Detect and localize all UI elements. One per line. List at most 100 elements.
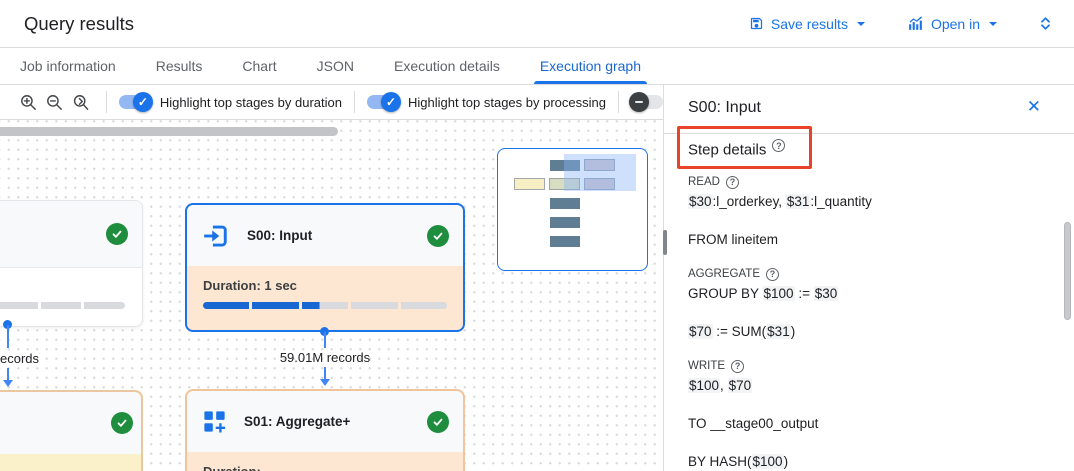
panel-divider xyxy=(664,133,1074,134)
toolbar-divider xyxy=(354,91,355,113)
tab-job-information[interactable]: Job information xyxy=(0,48,136,84)
highlight-duration-toggle[interactable]: ✓ xyxy=(119,95,151,109)
step-detail-line: GROUP BY $100 := $30 xyxy=(688,285,1040,302)
toggle-thumb: ✓ xyxy=(133,92,153,112)
stage-node-partial-bottom[interactable] xyxy=(0,390,143,471)
progress-segment xyxy=(41,302,82,309)
toggle-thumb: ✓ xyxy=(381,92,401,112)
header: Query results Save results Open in xyxy=(0,0,1074,48)
stage-duration-section: Duration: 1 sec xyxy=(187,266,463,309)
tab-label: Execution graph xyxy=(540,58,641,74)
stage-node-s00-input[interactable]: S00: Input Duration: 1 sec xyxy=(185,203,465,332)
collapse-results-button[interactable] xyxy=(1031,10,1060,37)
save-results-button[interactable]: Save results xyxy=(741,10,873,38)
toggle-thumb xyxy=(629,92,649,112)
stage-node-s01-aggregate[interactable]: S01: Aggregate+ Duration: xyxy=(185,389,465,471)
open-in-button[interactable]: Open in xyxy=(899,9,1005,38)
execution-graph-canvas[interactable]: ecords S00: Input Duratio xyxy=(0,120,663,471)
edge-line xyxy=(7,325,9,348)
tab-results[interactable]: Results xyxy=(136,48,223,84)
minimap-viewport[interactable] xyxy=(564,154,636,191)
stage-node-header xyxy=(0,201,142,268)
step-section-label: AGGREGATE? xyxy=(688,267,1040,281)
check-circle-icon xyxy=(427,411,449,433)
progress-segment xyxy=(401,302,447,309)
tab-label: JSON xyxy=(317,58,354,74)
minimap-stage-rect xyxy=(550,217,580,228)
caret-down-icon xyxy=(857,22,865,26)
horizontal-scrollbar[interactable] xyxy=(0,127,338,136)
stage-progress-bar xyxy=(0,302,125,309)
help-icon[interactable]: ? xyxy=(766,268,779,281)
query-results-window: Query results Save results Open in xyxy=(0,0,1074,471)
edge-line xyxy=(324,332,326,348)
help-icon[interactable]: ? xyxy=(731,360,744,373)
toolbar-divider xyxy=(618,91,619,113)
page-title: Query results xyxy=(24,13,134,35)
stage-node-title: S01: Aggregate+ xyxy=(244,414,350,429)
stage-duration-section: Duration: xyxy=(187,452,463,471)
tab-label: Results xyxy=(156,58,203,74)
graph-minimap[interactable] xyxy=(497,148,648,271)
help-icon[interactable]: ? xyxy=(726,176,739,189)
zoom-in-button[interactable] xyxy=(16,89,42,115)
step-detail-line: BY HASH($100) xyxy=(688,453,1040,470)
edge-line xyxy=(324,367,326,379)
unfold-icon xyxy=(1037,14,1054,33)
edge-record-count-label: 59.01M records xyxy=(185,350,465,365)
tab-label: Job information xyxy=(20,58,116,74)
minimap-stage-rect xyxy=(550,198,580,209)
divider-scroll-thumb[interactable] xyxy=(663,230,667,255)
progress-segment xyxy=(302,302,348,309)
edge-record-count-label: ecords xyxy=(0,351,39,366)
step-detail-line: $70 := SUM($31) xyxy=(688,323,1040,340)
step-details-heading: Step details? xyxy=(688,139,785,159)
chart-icon xyxy=(907,15,924,32)
progress-segment xyxy=(84,302,125,309)
zoom-out-button[interactable] xyxy=(42,89,68,115)
tab-chart[interactable]: Chart xyxy=(222,48,296,84)
highlight-processing-label: Highlight top stages by processing xyxy=(408,95,606,110)
step-detail-line: FROM lineitem xyxy=(688,231,1040,248)
panel-title: S00: Input xyxy=(688,99,761,117)
panel-vertical-scrollbar[interactable] xyxy=(1064,222,1071,320)
open-in-label: Open in xyxy=(931,16,980,32)
step-details-body: READ? $30:l_orderkey, $31:l_quantity FROM … xyxy=(688,175,1040,470)
check-circle-icon xyxy=(427,225,449,247)
tab-execution-graph[interactable]: Execution graph xyxy=(520,48,661,84)
save-results-label: Save results xyxy=(771,16,848,32)
tab-json[interactable]: JSON xyxy=(297,48,374,84)
step-details-panel: S00: Input ✕ Step details? READ? $30:l_or… xyxy=(663,85,1074,471)
progress-segment xyxy=(351,302,397,309)
check-circle-icon xyxy=(106,223,128,245)
zoom-reset-button[interactable] xyxy=(68,89,94,115)
stage-node-header xyxy=(0,392,141,454)
minimap-stage-rect xyxy=(550,236,580,247)
save-icon xyxy=(749,16,764,31)
step-detail-line: $30:l_orderkey, $31:l_quantity xyxy=(688,193,1040,210)
highlight-processing-toggle[interactable]: ✓ xyxy=(367,95,399,109)
progress-segment xyxy=(252,302,298,309)
tab-execution-details[interactable]: Execution details xyxy=(374,48,520,84)
tab-label: Chart xyxy=(242,58,276,74)
extra-toggle[interactable] xyxy=(631,95,663,109)
edge-arrowhead-icon xyxy=(320,379,330,386)
stage-node-header: S01: Aggregate+ xyxy=(187,391,463,452)
stage-node-title: S00: Input xyxy=(247,228,312,243)
stage-duration-label: Duration: 1 sec xyxy=(203,278,447,293)
input-stage-icon xyxy=(201,221,231,251)
progress-segment xyxy=(203,302,249,309)
toolbar-divider xyxy=(106,91,107,113)
progress-segment xyxy=(0,302,38,309)
stage-duration-label: Duration: xyxy=(203,464,447,471)
step-section-label: READ? xyxy=(688,175,1040,189)
close-icon[interactable]: ✕ xyxy=(1027,98,1041,115)
caret-down-icon xyxy=(989,22,997,26)
edge-arrowhead-icon xyxy=(3,380,13,387)
minimap-stage-rect xyxy=(514,178,545,190)
step-detail-line: TO __stage00_output xyxy=(688,415,1040,432)
stage-node-header: S00: Input xyxy=(187,205,463,266)
stage-node-partial-top[interactable] xyxy=(0,200,143,327)
help-icon[interactable]: ? xyxy=(772,139,785,152)
header-actions: Save results Open in xyxy=(741,9,1060,38)
